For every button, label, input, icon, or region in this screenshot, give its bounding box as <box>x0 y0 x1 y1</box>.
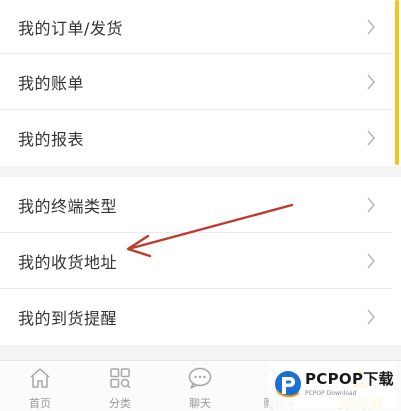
menu-item-orders[interactable]: 我的订单/发货 <box>0 0 392 54</box>
tab-category[interactable]: 分类 <box>80 361 160 411</box>
menu-item-label: 我的到货提醒 <box>18 309 118 328</box>
menu-item-shipping-address[interactable]: 我的收货地址 <box>0 233 392 289</box>
menu-group-settings: 我的终端类型 我的收货地址 我的到货提醒 <box>0 177 392 345</box>
chat-icon <box>188 367 212 389</box>
tab-chat[interactable]: 聊天 <box>160 361 240 411</box>
chevron-right-icon <box>367 74 375 89</box>
menu-item-bills[interactable]: 我的账单 <box>0 54 392 110</box>
menu-item-arrival-reminder[interactable]: 我的到货提醒 <box>0 289 392 345</box>
tab-label: 聊天 <box>189 397 211 410</box>
category-icon <box>110 368 131 389</box>
pcpop-logo-icon <box>275 371 301 398</box>
menu-group-account: 我的订单/发货 我的账单 我的报表 <box>0 0 392 166</box>
menu-item-label: 我的账单 <box>18 73 85 93</box>
section-divider <box>0 345 401 360</box>
watermark-brand: PCPOP下载 <box>305 370 394 388</box>
chevron-right-icon <box>367 19 375 34</box>
menu-item-label: 我的终端类型 <box>18 196 118 216</box>
watermark: PCPOP下载 PCPOP Download <box>269 362 397 408</box>
watermark-sub: PCPOP Download <box>305 390 357 397</box>
chevron-right-icon <box>367 197 375 212</box>
menu-item-label: 我的报表 <box>18 130 85 149</box>
menu-item-reports[interactable]: 我的报表 <box>0 110 392 166</box>
menu-item-terminal-type[interactable]: 我的终端类型 <box>0 177 392 233</box>
chevron-right-icon <box>367 253 375 268</box>
chevron-right-icon <box>367 130 375 146</box>
home-icon <box>30 368 50 388</box>
tab-home[interactable]: 首页 <box>0 361 80 411</box>
tab-label: 分类 <box>109 397 131 410</box>
chevron-right-icon <box>367 309 375 325</box>
section-divider <box>0 166 401 177</box>
scroll-indicator[interactable] <box>395 0 399 165</box>
tab-label: 首页 <box>29 397 51 410</box>
menu-item-label: 我的订单/发货 <box>18 18 123 38</box>
menu-item-label: 我的收货地址 <box>18 252 118 272</box>
